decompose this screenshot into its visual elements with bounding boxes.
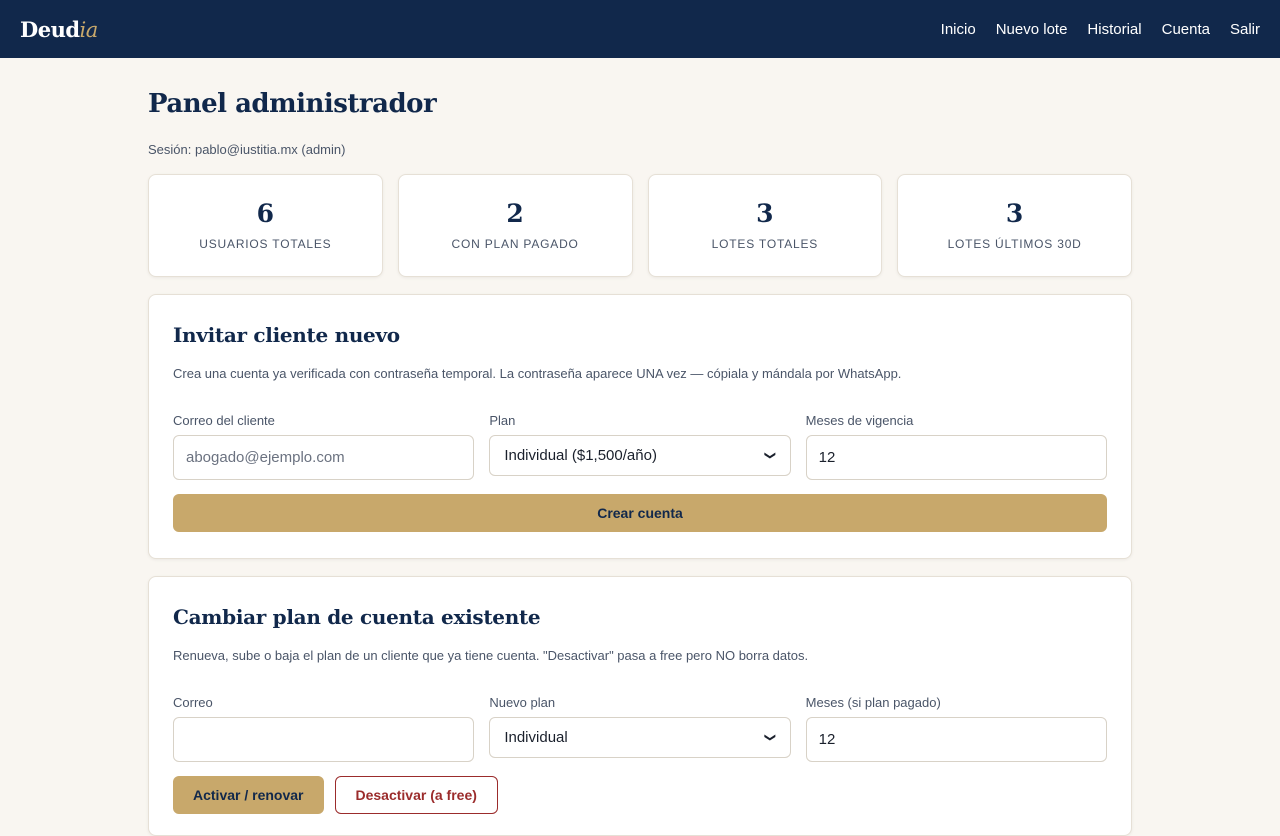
stat-card-paid-plan: 2 CON PLAN PAGADO xyxy=(397,174,633,277)
change-plan-plan-select[interactable]: Individual ❯ xyxy=(489,717,791,758)
change-plan-actions: Activar / renovar Desactivar (a free) xyxy=(173,776,1107,814)
nav-link-inicio[interactable]: Inicio xyxy=(941,21,976,38)
chevron-down-icon: ❯ xyxy=(764,450,777,461)
nav-link-salir[interactable]: Salir xyxy=(1230,21,1260,38)
nav-link-historial[interactable]: Historial xyxy=(1087,21,1141,38)
top-navbar: Deudia Inicio Nuevo lote Historial Cuent… xyxy=(0,0,1280,58)
stat-label: CON PLAN PAGADO xyxy=(451,237,579,251)
stat-value: 2 xyxy=(506,199,524,228)
change-plan-email-input[interactable] xyxy=(173,717,475,762)
nav-link-nuevo-lote[interactable]: Nuevo lote xyxy=(996,21,1068,38)
logo[interactable]: Deudia xyxy=(20,17,98,42)
invite-plan-select[interactable]: Individual ($1,500/año) ❯ xyxy=(489,435,791,476)
invite-client-card: Invitar cliente nuevo Crea una cuenta ya… xyxy=(148,294,1132,559)
stat-value: 3 xyxy=(756,199,774,228)
invite-email-input[interactable] xyxy=(173,435,475,480)
invite-email-label: Correo del cliente xyxy=(173,413,275,428)
page-title: Panel administrador xyxy=(148,89,437,119)
invite-months-label: Meses de vigencia xyxy=(805,413,914,428)
change-plan-plan-label: Nuevo plan xyxy=(489,695,556,710)
change-plan-email-label: Correo xyxy=(173,695,213,710)
invite-card-description: Crea una cuenta ya verificada con contra… xyxy=(173,366,902,381)
change-plan-plan-selected-value: Individual xyxy=(504,729,568,746)
change-plan-card: Cambiar plan de cuenta existente Renueva… xyxy=(148,576,1132,836)
change-plan-email-field: Correo xyxy=(173,695,475,762)
stat-card-recent-batches: 3 LOTES ÚLTIMOS 30D xyxy=(897,174,1132,277)
stat-label: LOTES TOTALES xyxy=(711,237,819,251)
invite-months-input[interactable] xyxy=(805,435,1107,480)
change-plan-card-title: Cambiar plan de cuenta existente xyxy=(173,605,541,629)
main-nav: Inicio Nuevo lote Historial Cuenta Salir xyxy=(941,21,1260,38)
change-plan-months-field: Meses (si plan pagado) xyxy=(805,695,1107,762)
session-info: Sesión: pablo@iustitia.mx (admin) xyxy=(148,142,346,157)
stat-label: LOTES ÚLTIMOS 30D xyxy=(947,237,1082,251)
change-plan-form-row: Correo Nuevo plan Individual ❯ Meses (si… xyxy=(173,695,1107,762)
invite-email-field: Correo del cliente xyxy=(173,413,475,480)
stat-card-users: 6 USUARIOS TOTALES xyxy=(148,174,383,277)
invite-plan-field: Plan Individual ($1,500/año) ❯ xyxy=(489,413,791,480)
stat-label: USUARIOS TOTALES xyxy=(199,237,332,251)
nav-link-cuenta[interactable]: Cuenta xyxy=(1162,21,1210,38)
invite-card-title: Invitar cliente nuevo xyxy=(173,323,400,347)
change-plan-card-description: Renueva, sube o baja el plan de un clien… xyxy=(173,648,809,663)
invite-months-field: Meses de vigencia xyxy=(805,413,1107,480)
change-plan-months-input[interactable] xyxy=(805,717,1107,762)
stat-value: 3 xyxy=(1005,199,1024,228)
change-plan-months-label: Meses (si plan pagado) xyxy=(805,695,941,710)
logo-accent: ia xyxy=(79,17,99,42)
create-account-button[interactable]: Crear cuenta xyxy=(173,494,1107,532)
stat-card-total-batches: 3 LOTES TOTALES xyxy=(647,174,883,277)
logo-main: Deud xyxy=(20,16,80,42)
stats-row: 6 USUARIOS TOTALES 2 CON PLAN PAGADO 3 L… xyxy=(148,174,1132,277)
invite-plan-selected-value: Individual ($1,500/año) xyxy=(504,447,657,464)
deactivate-button[interactable]: Desactivar (a free) xyxy=(334,776,498,814)
activate-renew-button[interactable]: Activar / renovar xyxy=(173,776,324,814)
chevron-down-icon: ❯ xyxy=(764,732,777,743)
main-content: Panel administrador Sesión: pablo@iustit… xyxy=(148,58,1132,836)
change-plan-plan-field: Nuevo plan Individual ❯ xyxy=(489,695,791,762)
invite-plan-label: Plan xyxy=(489,413,516,428)
stat-value: 6 xyxy=(256,199,275,228)
invite-form-row: Correo del cliente Plan Individual ($1,5… xyxy=(173,413,1107,480)
